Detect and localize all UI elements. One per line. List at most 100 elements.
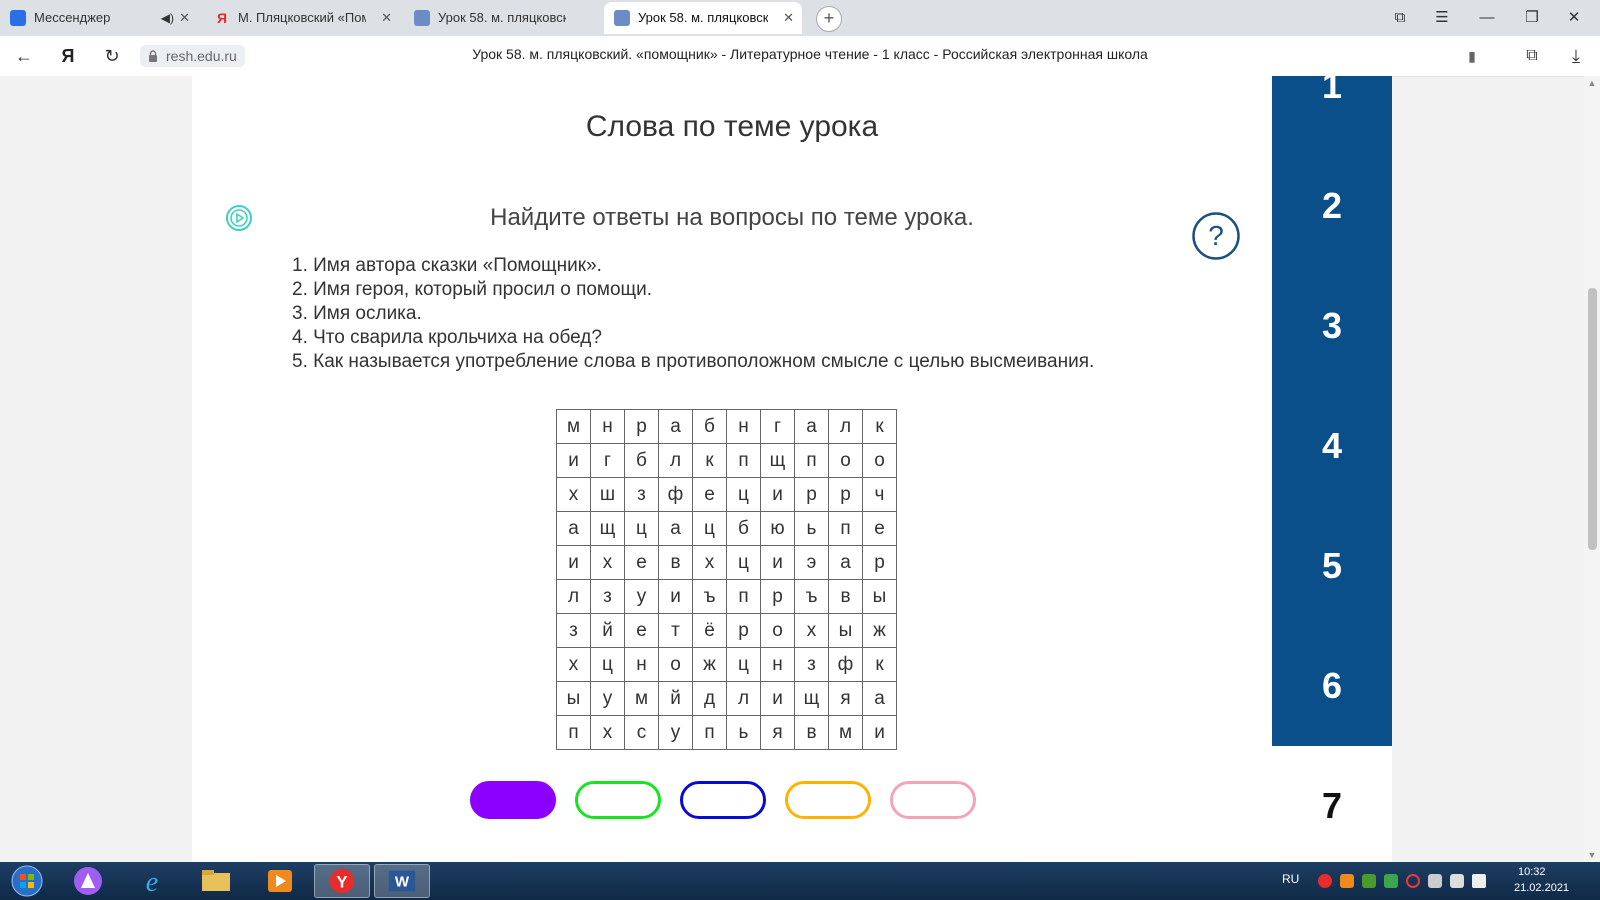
usb-tray-icon[interactable] (1428, 874, 1442, 888)
reload-icon[interactable]: ↻ (100, 44, 124, 68)
scroll-thumb[interactable] (1588, 288, 1597, 550)
grid-cell[interactable]: о (862, 443, 897, 478)
start-button-icon[interactable] (4, 864, 50, 898)
grid-cell[interactable]: ц (692, 511, 727, 546)
grid-cell[interactable]: х (556, 647, 591, 682)
nav-item-3[interactable]: 3 (1272, 296, 1392, 356)
grid-cell[interactable]: щ (760, 443, 795, 478)
nav-item-7[interactable]: 7 (1272, 776, 1392, 836)
grid-cell[interactable]: ъ (794, 579, 829, 614)
grid-cell[interactable]: д (692, 681, 727, 716)
grid-cell[interactable]: и (760, 681, 795, 716)
language-indicator[interactable]: RU (1282, 872, 1299, 886)
grid-cell[interactable]: щ (590, 511, 625, 546)
grid-cell[interactable]: е (862, 511, 897, 546)
grid-cell[interactable]: о (760, 613, 795, 648)
clock-time[interactable]: 10:32 (1518, 866, 1546, 878)
grid-cell[interactable]: п (556, 715, 591, 750)
grid-cell[interactable]: м (624, 681, 659, 716)
scroll-up-icon[interactable]: ▲ (1584, 76, 1600, 90)
grid-cell[interactable]: ы (828, 613, 863, 648)
network-tray-icon[interactable] (1450, 874, 1464, 888)
nav-item-2[interactable]: 2 (1272, 176, 1392, 236)
grid-cell[interactable]: л (726, 681, 761, 716)
grid-cell[interactable]: е (624, 545, 659, 580)
grid-cell[interactable]: к (862, 647, 897, 682)
grid-cell[interactable]: х (590, 545, 625, 580)
grid-cell[interactable]: е (624, 613, 659, 648)
grid-cell[interactable]: ж (692, 647, 727, 682)
close-icon[interactable]: ✕ (783, 2, 794, 34)
close-icon[interactable]: ✕ (179, 2, 190, 34)
speaker-icon[interactable]: ◀︎) (161, 2, 174, 34)
yandex-tray-icon[interactable] (1318, 874, 1332, 888)
collections-icon[interactable]: ⧉ (1520, 44, 1544, 68)
media-player-icon[interactable] (254, 864, 306, 898)
grid-cell[interactable]: й (658, 681, 693, 716)
grid-cell[interactable]: х (692, 545, 727, 580)
grid-cell[interactable]: р (726, 613, 761, 648)
back-icon[interactable]: ← (12, 44, 36, 68)
grid-cell[interactable]: н (726, 409, 761, 444)
grid-cell[interactable]: р (624, 409, 659, 444)
grid-cell[interactable]: к (692, 443, 727, 478)
restore-icon[interactable]: ❐ (1520, 6, 1544, 30)
help-icon[interactable]: ? (1191, 211, 1241, 261)
grid-cell[interactable]: п (726, 443, 761, 478)
yandex-browser-icon[interactable]: Y (314, 864, 370, 898)
word-icon[interactable]: W (374, 864, 430, 898)
grid-cell[interactable]: з (794, 647, 829, 682)
domain-pill[interactable]: resh.edu.ru (140, 45, 245, 67)
vertical-scrollbar[interactable]: ▲ ▼ (1584, 76, 1600, 862)
grid-cell[interactable]: ж (862, 613, 897, 648)
tab-lesson-58[interactable]: Урок 58. м. пляцковский. (404, 2, 600, 34)
color-pill-purple[interactable] (470, 781, 556, 819)
grid-cell[interactable]: и (556, 443, 591, 478)
tab-plyatskovsky-helper[interactable]: Я М. Пляцковский «Помощ ✕ (204, 2, 400, 34)
grid-cell[interactable]: р (862, 545, 897, 580)
grid-cell[interactable]: с (624, 715, 659, 750)
nav-item-1[interactable]: 1 (1272, 56, 1392, 116)
color-pill-blue[interactable] (680, 781, 766, 819)
grid-cell[interactable]: ь (794, 511, 829, 546)
grid-cell[interactable]: т (658, 613, 693, 648)
grid-cell[interactable]: п (828, 511, 863, 546)
grid-cell[interactable]: л (556, 579, 591, 614)
grid-cell[interactable]: х (556, 477, 591, 512)
grid-cell[interactable]: н (624, 647, 659, 682)
grid-cell[interactable]: э (794, 545, 829, 580)
grid-cell[interactable]: м (828, 715, 863, 750)
grid-cell[interactable]: и (760, 477, 795, 512)
file-explorer-icon[interactable] (190, 864, 242, 898)
grid-cell[interactable]: з (556, 613, 591, 648)
internet-explorer-icon[interactable]: e (126, 864, 178, 898)
grid-cell[interactable]: щ (794, 681, 829, 716)
tab-lesson-58-active[interactable]: Урок 58. м. пляцковски ✕ (604, 2, 802, 34)
grid-cell[interactable]: п (726, 579, 761, 614)
grid-cell[interactable]: а (862, 681, 897, 716)
grid-cell[interactable]: ц (624, 511, 659, 546)
grid-cell[interactable]: м (556, 409, 591, 444)
grid-cell[interactable]: б (624, 443, 659, 478)
grid-cell[interactable]: й (590, 613, 625, 648)
minimize-icon[interactable]: — (1475, 6, 1499, 30)
opera-tray-icon[interactable] (1406, 874, 1420, 888)
grid-cell[interactable]: ц (726, 477, 761, 512)
color-pill-pink[interactable] (890, 781, 976, 819)
grid-cell[interactable]: и (760, 545, 795, 580)
grid-cell[interactable]: п (794, 443, 829, 478)
grid-cell[interactable]: х (794, 613, 829, 648)
grid-cell[interactable]: я (760, 715, 795, 750)
url-page-title[interactable]: Урок 58. м. пляцковский. «помощник» - Ли… (280, 46, 1340, 62)
grid-cell[interactable]: з (624, 477, 659, 512)
grid-cell[interactable]: у (590, 681, 625, 716)
grid-cell[interactable]: а (794, 409, 829, 444)
menu-icon[interactable]: ☰ (1430, 6, 1454, 30)
grid-cell[interactable]: л (828, 409, 863, 444)
grid-cell[interactable]: к (862, 409, 897, 444)
grid-cell[interactable]: у (658, 715, 693, 750)
grid-cell[interactable]: и (862, 715, 897, 750)
grid-cell[interactable]: г (590, 443, 625, 478)
grid-cell[interactable]: в (658, 545, 693, 580)
grid-cell[interactable]: з (590, 579, 625, 614)
